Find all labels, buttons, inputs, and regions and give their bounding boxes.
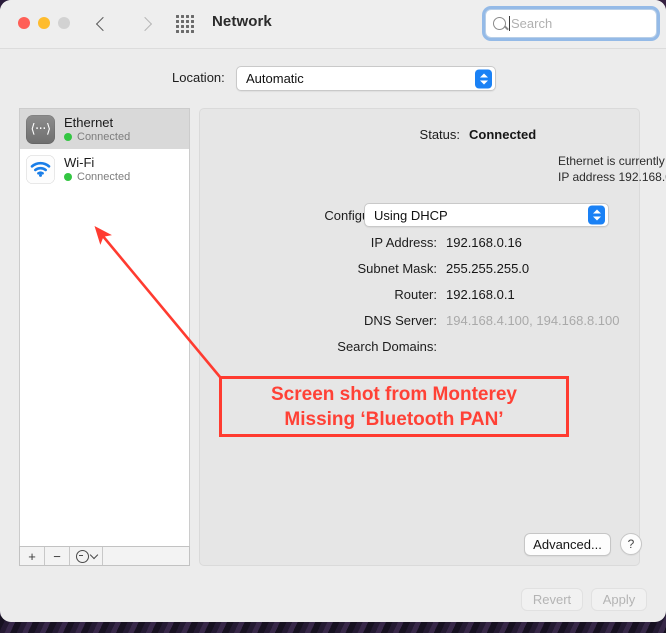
gear-action-icon <box>75 549 89 563</box>
forward-button <box>133 11 157 37</box>
status-dot-icon <box>64 172 72 181</box>
service-name: Ethernet <box>64 114 114 130</box>
subnet-mask-row: Subnet Mask: 255.255.255.0 <box>282 261 530 276</box>
configure-ipv4-popup-button[interactable]: Using DHCP <box>364 203 609 227</box>
service-status: Connected <box>64 130 130 144</box>
window-titlebar: Network Search <box>0 0 666 49</box>
close-window-button[interactable] <box>18 17 30 29</box>
status-dot-icon <box>64 132 72 141</box>
location-popup-button[interactable]: Automatic <box>236 66 496 91</box>
status-label: Status: <box>419 127 460 142</box>
router-row: Router: 192.168.0.1 <box>282 287 515 302</box>
remove-service-button[interactable]: − <box>45 547 70 565</box>
ip-address-row: IP Address: 192.168.0.16 <box>282 235 522 250</box>
location-label: Location: <box>172 70 225 85</box>
services-toolbar: + − <box>19 546 190 566</box>
subnet-mask-label: Subnet Mask: <box>357 261 438 276</box>
help-button[interactable]: ? <box>620 533 642 555</box>
apply-button: Apply <box>591 588 647 611</box>
wifi-icon <box>26 154 55 184</box>
status-value: Connected <box>469 127 537 142</box>
search-icon <box>493 17 506 30</box>
search-domains-label: Search Domains: <box>337 339 437 354</box>
annotation-callout: Screen shot from Monterey Missing ‘Bluet… <box>219 376 569 437</box>
location-value: Automatic <box>246 71 304 86</box>
status-row: Status: Connected <box>305 127 537 142</box>
toolbar-filler <box>103 547 189 565</box>
chevron-right-icon <box>137 16 153 32</box>
advanced-button[interactable]: Advanced... <box>524 533 611 556</box>
chevron-down-icon <box>89 550 98 560</box>
service-status-label: Connected <box>77 170 131 183</box>
service-detail-panel: Status: Connected Ethernet is currently … <box>199 108 666 566</box>
dns-server-row: DNS Server: 194.168.4.100, 194.168.8.100 <box>282 313 620 328</box>
back-button[interactable] <box>91 11 115 37</box>
text-caret <box>509 16 510 31</box>
router-value: 192.168.0.1 <box>446 287 515 302</box>
search-placeholder: Search <box>511 16 553 31</box>
status-description: Ethernet is currently active and has the… <box>558 154 666 184</box>
service-status-label: Connected <box>77 130 131 143</box>
service-name: Wi-Fi <box>64 154 95 170</box>
zoom-window-button <box>58 17 70 29</box>
annotation-line-2: Missing ‘Bluetooth PAN’ <box>284 408 504 430</box>
chevron-left-icon <box>95 16 111 32</box>
search-field[interactable]: Search <box>485 9 657 38</box>
service-action-menu-button[interactable] <box>70 547 103 565</box>
dns-server-label: DNS Server: <box>364 313 437 328</box>
traffic-lights <box>18 17 70 29</box>
page-title: Network <box>212 13 272 30</box>
network-preferences-window: Network Search Location: Automatic ⟨···⟩… <box>0 0 666 622</box>
search-domains-row: Search Domains: <box>282 339 446 354</box>
service-status: Connected <box>64 170 130 184</box>
annotation-line-1: Screen shot from Monterey <box>271 383 517 405</box>
ethernet-icon: ⟨···⟩ <box>26 114 55 144</box>
revert-button: Revert <box>521 588 583 611</box>
router-label: Router: <box>394 287 437 302</box>
minimize-window-button[interactable] <box>38 17 50 29</box>
popup-stepper-icon <box>588 205 605 225</box>
show-all-grid-icon[interactable] <box>176 15 194 33</box>
sidebar-item-ethernet[interactable]: ⟨···⟩ Ethernet Connected <box>20 109 189 149</box>
subnet-mask-value: 255.255.255.0 <box>446 261 530 276</box>
configure-ipv4-value: Using DHCP <box>374 207 448 223</box>
popup-stepper-icon <box>475 69 492 88</box>
dns-server-value: 194.168.4.100, 194.168.8.100 <box>446 313 620 328</box>
annotation-arrow <box>94 226 221 378</box>
sidebar-item-wifi[interactable]: Wi-Fi Connected <box>20 149 189 189</box>
add-service-button[interactable]: + <box>20 547 45 565</box>
ip-address-value: 192.168.0.16 <box>446 235 522 250</box>
ip-address-label: IP Address: <box>370 235 437 250</box>
